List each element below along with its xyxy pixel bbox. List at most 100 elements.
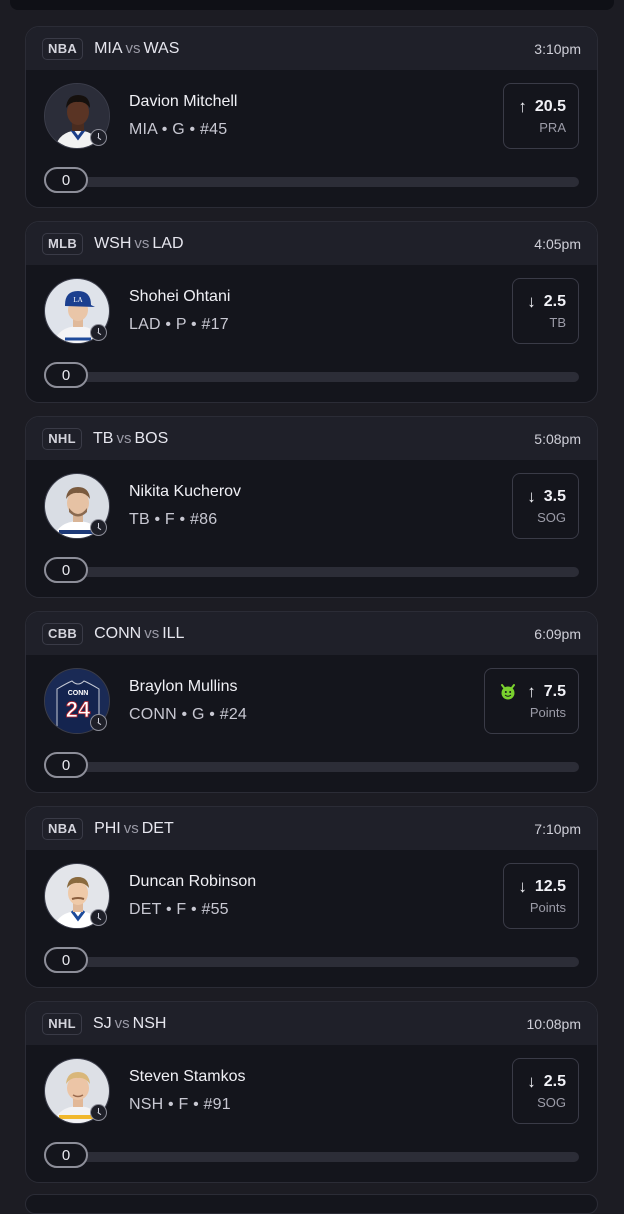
team-home: ILL <box>162 624 185 642</box>
player-info: MIA • G • #45 <box>129 121 228 138</box>
stat-type: SOG <box>537 510 566 525</box>
vs-label: vs <box>144 624 160 642</box>
player-name: Shohei Ohtani <box>129 288 231 305</box>
league-badge: NHL <box>42 427 82 450</box>
league-badge: CBB <box>42 622 84 645</box>
vs-label: vs <box>116 429 132 447</box>
prop-card[interactable]: MLB WSH vs LAD 4:05pm LA Shohei Ohtani LAD… <box>25 221 598 403</box>
progress-count: 0 <box>44 947 88 973</box>
player-info: CONN • G • #24 <box>129 706 248 723</box>
devil-icon <box>501 684 516 700</box>
progress-track <box>44 177 579 187</box>
matchup: WSH vs LAD <box>94 235 183 253</box>
game-time: 3:10pm <box>534 40 581 57</box>
team-home: BOS <box>134 429 169 447</box>
card-header: NBA MIA vs WAS 3:10pm <box>26 27 597 70</box>
progress-track <box>44 957 579 967</box>
league-badge: NBA <box>42 37 84 60</box>
player-info: NSH • F • #91 <box>129 1096 231 1113</box>
prop-line-button[interactable]: ↓ 12.5 Points <box>503 863 579 929</box>
clock-icon <box>90 129 107 146</box>
team-home: WAS <box>143 39 180 57</box>
card-header: NBA PHI vs DET 7:10pm <box>26 807 597 850</box>
prop-line-button[interactable]: ↓ 2.5 TB <box>512 278 579 344</box>
progress-count: 0 <box>44 362 88 388</box>
prop-card[interactable]: NHL SJ vs NSH 10:08pm Steven Stamkos NSH •… <box>25 1001 598 1183</box>
vs-label: vs <box>114 1014 130 1032</box>
game-time: 4:05pm <box>534 235 581 252</box>
progress-count: 0 <box>44 752 88 778</box>
team-away: CONN <box>94 624 142 642</box>
jersey-text: CONN <box>68 690 89 697</box>
prop-card[interactable]: NBA MIA vs WAS 3:10pm Davion Mitchell MIA … <box>25 26 598 208</box>
player-info: LAD • P • #17 <box>129 316 229 333</box>
stat-type: TB <box>549 315 566 330</box>
arrow-down-icon: ↓ <box>527 292 536 311</box>
player-name: Nikita Kucherov <box>129 483 242 500</box>
team-home: NSH <box>132 1014 167 1032</box>
prop-line-button[interactable]: ↓ 2.5 SOG <box>512 1058 579 1124</box>
jersey-number: 24 <box>66 697 91 722</box>
player-name: Duncan Robinson <box>129 873 257 890</box>
player-info: DET • F • #55 <box>129 901 229 918</box>
prop-card[interactable]: CBB CONN vs ILL 6:09pm CONN 24 Braylon Mul… <box>25 611 598 793</box>
line-value: 3.5 <box>543 488 566 505</box>
progress-track <box>44 567 579 577</box>
clock-icon <box>90 519 107 536</box>
player-info: TB • F • #86 <box>129 511 218 528</box>
top-bar-edge <box>10 0 614 10</box>
team-home: LAD <box>152 234 184 252</box>
svg-text:LA: LA <box>73 296 82 304</box>
game-time: 7:10pm <box>534 820 581 837</box>
line-value: 20.5 <box>534 98 566 115</box>
card-header: MLB WSH vs LAD 4:05pm <box>26 222 597 265</box>
prop-line-button[interactable]: ↑ 7.5 Points <box>484 668 579 734</box>
stat-type: Points <box>529 705 566 720</box>
top-bar <box>0 0 624 14</box>
line-value: 2.5 <box>543 1073 566 1090</box>
arrow-down-icon: ↓ <box>527 487 536 506</box>
clock-icon <box>90 714 107 731</box>
game-time: 5:08pm <box>534 430 581 447</box>
matchup: CONN vs ILL <box>94 625 184 643</box>
league-badge: MLB <box>42 232 84 255</box>
matchup: PHI vs DET <box>94 820 174 838</box>
progress-count: 0 <box>44 167 88 193</box>
matchup: TB vs BOS <box>93 430 168 448</box>
arrow-down-icon: ↓ <box>527 1072 536 1091</box>
line-value: 12.5 <box>534 878 566 895</box>
clock-icon <box>90 909 107 926</box>
progress-count: 0 <box>44 557 88 583</box>
line-value: 2.5 <box>543 293 566 310</box>
next-card-peek <box>25 1194 598 1214</box>
team-home: DET <box>141 819 174 837</box>
progress-track <box>44 1152 579 1162</box>
line-value: 7.5 <box>543 683 566 700</box>
prop-line-button[interactable]: ↓ 3.5 SOG <box>512 473 579 539</box>
team-away: MIA <box>94 39 123 57</box>
league-badge: NBA <box>42 817 84 840</box>
game-time: 6:09pm <box>534 625 581 642</box>
stat-type: SOG <box>537 1095 566 1110</box>
league-badge: NHL <box>42 1012 82 1035</box>
matchup: MIA vs WAS <box>94 40 179 58</box>
clock-icon <box>90 1104 107 1121</box>
vs-label: vs <box>134 234 150 252</box>
matchup: SJ vs NSH <box>93 1015 166 1033</box>
stat-type: Points <box>529 900 566 915</box>
vs-label: vs <box>125 39 141 57</box>
progress-count: 0 <box>44 1142 88 1168</box>
stat-type: PRA <box>539 120 566 135</box>
arrow-down-icon: ↓ <box>518 877 527 896</box>
arrow-up-icon: ↑ <box>527 682 536 701</box>
prop-card[interactable]: NHL TB vs BOS 5:08pm Nikita Kucherov TB • … <box>25 416 598 598</box>
card-header: NHL TB vs BOS 5:08pm <box>26 417 597 460</box>
player-name: Braylon Mullins <box>129 678 238 695</box>
card-header: CBB CONN vs ILL 6:09pm <box>26 612 597 655</box>
prop-card[interactable]: NBA PHI vs DET 7:10pm Duncan Robinson DET … <box>25 806 598 988</box>
prop-line-button[interactable]: ↑ 20.5 PRA <box>503 83 579 149</box>
arrow-up-icon: ↑ <box>518 97 527 116</box>
card-header: NHL SJ vs NSH 10:08pm <box>26 1002 597 1045</box>
team-away: PHI <box>94 819 121 837</box>
progress-track <box>44 372 579 382</box>
